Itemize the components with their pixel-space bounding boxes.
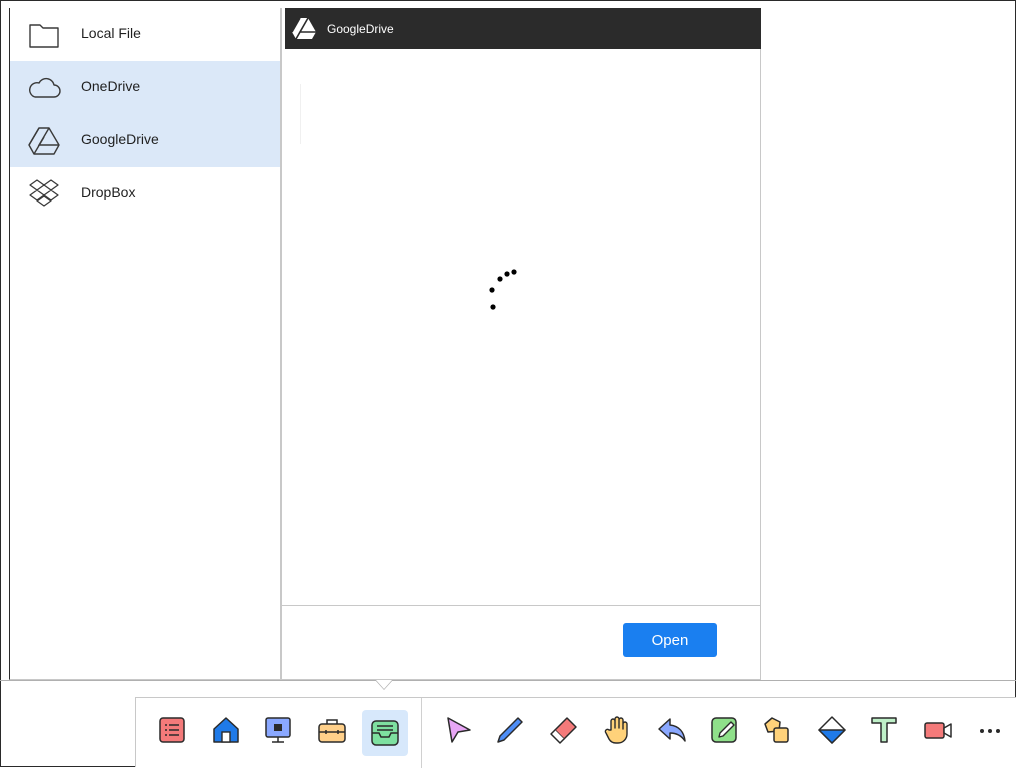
pen-icon [497, 717, 523, 743]
file-tray-button[interactable] [362, 710, 408, 756]
source-list: Local File OneDrive GoogleDrive DropBox [9, 8, 281, 680]
source-item-googledrive[interactable]: GoogleDrive [10, 114, 280, 167]
fill-icon [818, 716, 846, 744]
drive-viewer: GoogleDrive Open [281, 8, 761, 680]
toolbar-divider [421, 698, 422, 768]
divider [300, 84, 301, 144]
hand-button[interactable] [602, 714, 634, 746]
dropbox-icon [29, 179, 59, 207]
camera-icon [924, 722, 952, 739]
bottom-toolbar [135, 697, 1016, 768]
more-icon [980, 729, 1000, 733]
viewer-header: GoogleDrive [285, 8, 761, 49]
divider [0, 680, 1016, 681]
eraser-button[interactable] [548, 714, 580, 746]
shapes-icon [764, 717, 789, 743]
eraser-icon [550, 717, 577, 744]
undo-icon [658, 718, 686, 742]
hand-icon [604, 716, 628, 744]
source-item-dropbox[interactable]: DropBox [10, 167, 280, 220]
shapes-button[interactable] [762, 714, 794, 746]
list-menu-button[interactable] [156, 714, 188, 746]
google-drive-icon [291, 17, 316, 40]
more-button[interactable] [974, 714, 1006, 746]
undo-button[interactable] [656, 714, 688, 746]
note-icon [711, 717, 737, 743]
viewer-title: GoogleDrive [327, 22, 394, 36]
source-item-local-file[interactable]: Local File [10, 8, 280, 61]
note-button[interactable] [708, 714, 740, 746]
source-label: Local File [81, 25, 141, 41]
camera-button[interactable] [922, 714, 954, 746]
footer-divider [282, 605, 760, 606]
toolbox-button[interactable] [316, 714, 348, 746]
file-tray-icon [371, 720, 399, 746]
list-menu-icon [159, 717, 185, 743]
select-arrow-icon [447, 717, 471, 743]
pen-button[interactable] [494, 714, 526, 746]
loading-spinner-icon [489, 269, 517, 310]
open-button[interactable]: Open [623, 623, 717, 657]
fill-button[interactable] [816, 714, 848, 746]
text-button[interactable] [868, 714, 900, 746]
screen-button[interactable] [262, 714, 294, 746]
folder-icon [29, 24, 59, 48]
source-label: GoogleDrive [81, 131, 159, 147]
source-label: DropBox [81, 184, 136, 200]
select-button[interactable] [442, 714, 474, 746]
text-icon [871, 717, 897, 743]
google-drive-icon [28, 127, 60, 155]
popover-pointer-fill [376, 680, 392, 689]
source-label: OneDrive [81, 78, 141, 94]
cloud-icon [29, 77, 61, 98]
source-item-onedrive[interactable]: OneDrive [10, 61, 280, 114]
screen-icon [265, 717, 291, 743]
home-button[interactable] [210, 714, 242, 746]
home-icon [213, 717, 239, 743]
toolbox-icon [318, 719, 346, 743]
